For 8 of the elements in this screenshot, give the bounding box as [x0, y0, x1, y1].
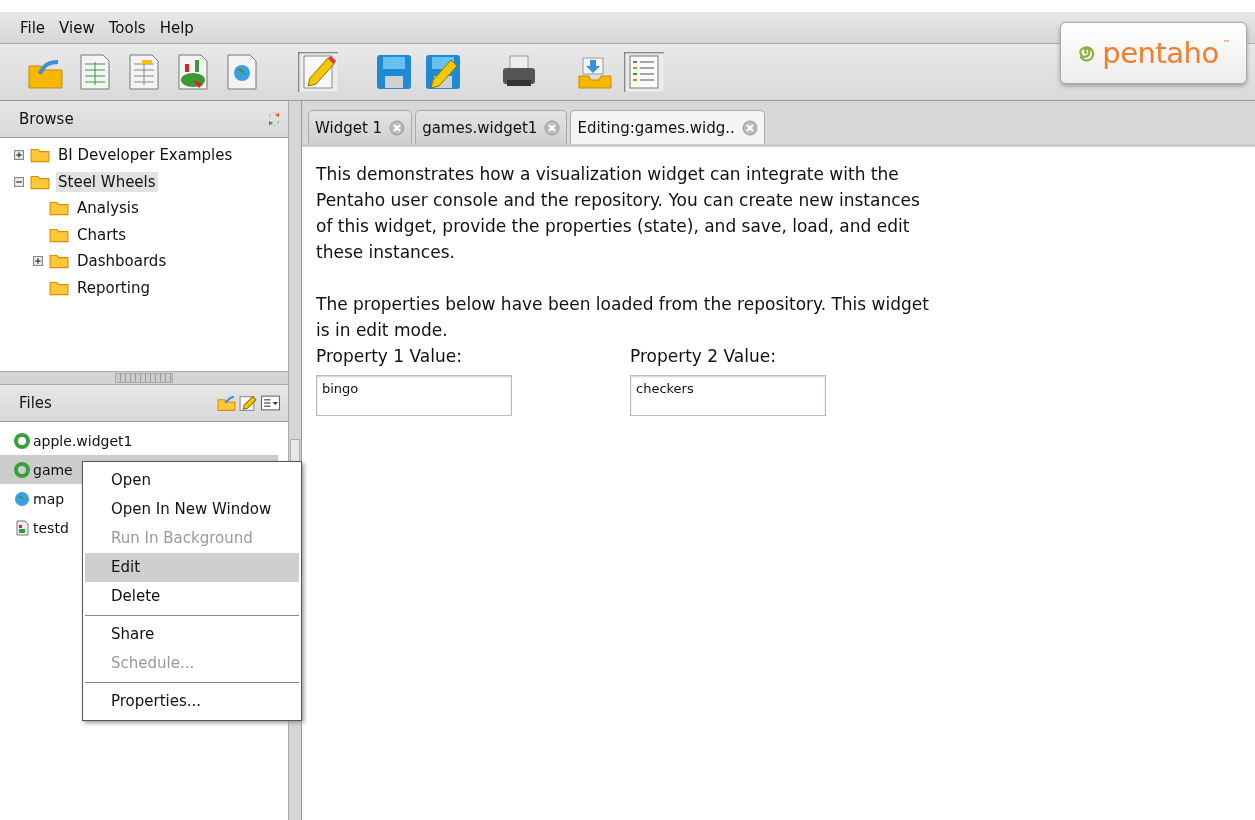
- description-text: This demonstrates how a visualization widget can integrate with the Pentaho user console and the repository. You can create new instances of this widget, provide the properties (state), and save, load, and edit these instances.: [316, 163, 921, 264]
- logo-text: pentaho: [1102, 36, 1219, 70]
- description-text: The properties below have been loaded from the repository. This widget is in edit mode.: [316, 293, 930, 342]
- trademark-mark: ™: [1222, 39, 1231, 48]
- field-label: Property 2 Value:: [630, 345, 777, 368]
- panel-title: Browse: [19, 110, 74, 128]
- panel-title: Files: [19, 394, 52, 412]
- field-label: Property 1 Value:: [316, 345, 463, 368]
